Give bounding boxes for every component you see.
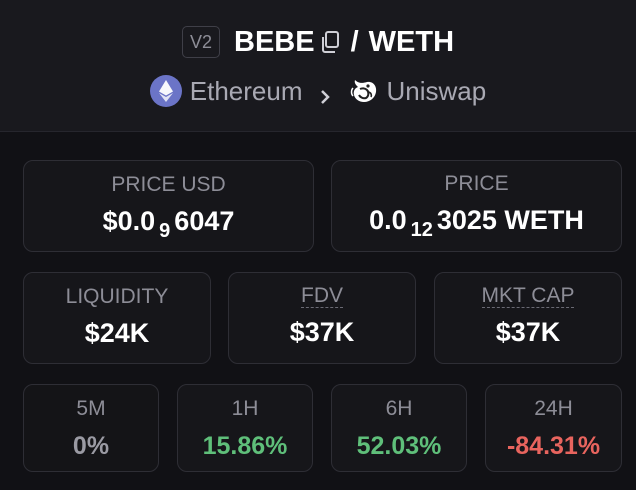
- market-cap-label[interactable]: MKT CAP: [481, 285, 575, 308]
- price-native-card: PRICE 0.0 12 3025 WETH: [331, 160, 622, 252]
- change-24h-value: -84.31%: [506, 432, 601, 460]
- pair-separator: /: [350, 26, 359, 58]
- fdv-value: $37K: [289, 317, 355, 347]
- price-native-digits: 3025 WETH: [436, 205, 584, 235]
- change-tab-1h[interactable]: 1H 15.86%: [177, 384, 313, 472]
- uniswap-icon: [347, 74, 381, 108]
- ethereum-icon: [149, 75, 182, 107]
- price-usd-card: PRICE USD $0.0 9 6047: [23, 160, 314, 252]
- fdv-label[interactable]: FDV: [301, 285, 343, 308]
- liquidity-label: LIQUIDITY: [65, 285, 169, 308]
- change-5m-value: 0%: [72, 432, 110, 460]
- change-6h-value: 52.03%: [356, 432, 442, 460]
- price-usd-digits: 6047: [174, 206, 235, 236]
- market-cap-card: MKT CAP $37K: [434, 272, 622, 364]
- change-tab-5m[interactable]: 5M 0%: [23, 384, 159, 472]
- liquidity-value: $24K: [84, 318, 150, 348]
- change-24h-label: 24H: [534, 397, 573, 420]
- price-usd-value: $0.0 9 6047: [24, 205, 313, 242]
- chain-dex-row: Ethereum Uniswap: [0, 74, 636, 108]
- change-tab-24h[interactable]: 24H -84.31%: [485, 384, 622, 472]
- price-usd-zero-count: 9: [159, 220, 171, 242]
- price-usd-prefix: $0.0: [102, 206, 156, 236]
- change-tab-6h[interactable]: 6H 52.03%: [331, 384, 467, 472]
- change-5m-label: 5M: [76, 397, 106, 420]
- version-badge: V2: [181, 26, 220, 58]
- quote-token-symbol: WETH: [368, 26, 455, 58]
- pair-header: V2 BEBE / WETH Ethereum Uniswap: [0, 0, 636, 132]
- liquidity-card: LIQUIDITY $24K: [23, 272, 211, 364]
- price-native-value: 0.0 12 3025 WETH: [332, 204, 621, 241]
- copy-icon[interactable]: [319, 30, 341, 54]
- price-native-label: PRICE: [444, 172, 509, 195]
- chain-link[interactable]: Ethereum: [190, 76, 303, 107]
- price-native-prefix: 0.0: [369, 205, 407, 235]
- fdv-card: FDV $37K: [228, 272, 416, 364]
- dex-link[interactable]: Uniswap: [387, 76, 487, 107]
- pair-title-row: V2 BEBE / WETH: [0, 24, 636, 60]
- change-1h-label: 1H: [231, 397, 259, 420]
- base-token-symbol: BEBE: [234, 26, 315, 58]
- change-1h-value: 15.86%: [202, 432, 288, 460]
- price-usd-label: PRICE USD: [111, 173, 226, 196]
- change-6h-label: 6H: [385, 397, 413, 420]
- market-cap-value: $37K: [495, 317, 561, 347]
- price-native-zero-count: 12: [410, 219, 433, 241]
- chevron-right-icon: [317, 82, 333, 104]
